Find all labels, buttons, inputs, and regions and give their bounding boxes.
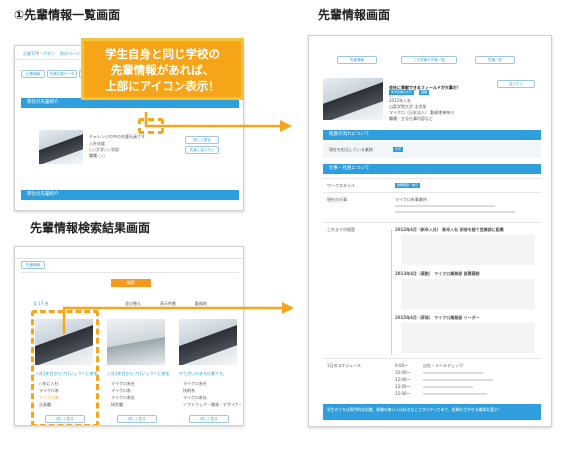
row-value: マイクロ系事業所 [395,197,427,202]
detail-screen-shot: 先輩情報 この先輩の先輩一覧 先輩一覧 先輩社員のタグ 職種 会社に貢献できるフ… [308,35,552,427]
detail-row: これまでの経歴 2012年4月（新卒入社） 新卒入社 研修を経て営業部に配属 2… [323,222,541,358]
callout-box: 学生自身と同じ学校の 先輩情報があれば、 上部にアイコン表示！ [81,38,244,100]
schedule-item: 出社・メールチェック [423,363,463,368]
text-placeholder [423,372,483,374]
search-card-field: ソフトウェア・開発・デザイナー [183,402,241,407]
detail-tab[interactable]: 先輩情報 [337,56,377,64]
text-placeholder [423,379,493,381]
detail-row: 1日のスケジュール 9:00〜 出社・メールチェック 10:00〜 12:00〜… [323,358,541,402]
row-label: これまでの経歴 [327,227,355,232]
search-screen-shot: 先輩情報 検索 全 17 名 並び替え 表示件数 勤務地 入社1年目からプロジェ… [14,246,244,426]
schedule-time: 12:00〜 [395,377,411,382]
row-label: ワークスタイル [327,183,355,188]
timeline-box [401,323,535,353]
search-card-field: マイクロ系社 [111,395,135,400]
tab-senpai-info[interactable]: 先輩情報 [21,261,45,269]
detail-tab[interactable]: 先輩一覧 [475,56,515,64]
callout-line-1: 学生自身と同じ学校の [105,47,220,61]
tab-company[interactable]: 企業情報 [21,70,45,78]
search-card-title[interactable]: やりがいのある仕事です。 [179,371,241,376]
text-placeholder [395,211,515,213]
search-top-bar [15,247,243,259]
search-card-field: マイクロ系 [111,388,131,393]
search-card-field: マイクロ系社 [111,381,135,386]
card-text: 職種 ○○ [89,153,106,158]
timeline-entry: 2013年4月（異動） マイクロ業務部 部署異動 [395,271,480,276]
detail-senpai-photo [323,78,383,120]
search-card-button[interactable]: 詳しく見る [117,415,157,423]
heading-list-screen: ①先輩情報一覧画面 [14,8,121,22]
search-card-field: マイクロ系社 [183,381,207,386]
current-work-label: 現在を担当している業務 [329,147,373,152]
search-card-field: マイクロ系社 [183,395,207,400]
divider [21,272,239,273]
schedule-time: 15:00〜 [395,391,411,396]
profile-line: マイクロ（日本法人） 勤務地神奈川 [389,110,455,115]
profile-tag: 職種 [419,90,430,95]
timeline-box [401,235,535,265]
current-work-row: 現在を担当している業務 タグ [323,142,541,158]
timeline-entry: 2012年4月（新卒入社） 新卒入社 研修を経て営業部に配属 [395,227,504,232]
section-work: 仕事・社員について [323,164,541,174]
row-label: 1日のスケジュール [327,363,362,368]
timeline-box [401,279,535,309]
card-text: ○○大学○○学部 [89,147,119,152]
meet-senpai-button[interactable]: 会いたい [497,80,535,88]
card-text: チャレンジの中の先輩社員です [89,134,145,139]
tab-senpai-data[interactable]: 先輩社員データ [47,70,77,78]
arrow-to-detail [144,112,292,132]
row-label: 現在の仕事 [327,197,347,202]
callout-line-2: 先輩情報があれば、 [110,63,215,77]
schedule-time: 10:00〜 [395,370,411,375]
heading-detail-screen: 先輩情報画面 [318,8,391,22]
search-card-button[interactable]: 詳しく見る [189,415,229,423]
profile-line: 山梨学院大学 法学部 [389,104,427,109]
detail-tab[interactable]: この先輩の先輩一覧 [401,56,457,64]
search-card-title[interactable]: 入社1年目からプロジェクトに参加できる やりがいのある仕事です。 [107,371,169,376]
search-card-field: 研究職 [111,402,123,407]
row-value: 勤務時間・休日 [395,183,421,188]
schedule-time: 9:00〜 [395,363,408,368]
profile-line: 山下 ○○ [389,92,406,97]
timeline-line [391,229,392,355]
search-card-field: 技術系 [183,388,195,393]
senpai-photo[interactable] [39,130,83,164]
heading-search-screen: 先輩情報検索結果画面 [30,221,151,235]
search-button[interactable]: 検索 [111,279,151,287]
detail-row: ワークスタイル 勤務時間・休日 [323,178,541,192]
profile-title: 会社に貢献できるフィールドが大事だ！ [389,85,461,90]
section-career: 経歴の流れについて [323,130,541,140]
text-placeholder [423,393,487,395]
torn-edge [15,204,243,210]
schedule-time: 13:00〜 [395,384,411,389]
text-placeholder [395,205,495,207]
profile-line: 2012年入社 [389,98,412,103]
footer-message: 学生のうちは専門的な知識、経験の無い人は好きなことからやってみて、経験を生かせる… [323,404,541,420]
result-count: 全 17 名 [33,301,49,306]
callout-line-3: 上部にアイコン表示！ [105,79,220,93]
profile-line: 職種・主な仕事内容など [389,116,433,121]
list-nav-item[interactable]: 企業TOP・ボタン [23,51,55,56]
card-meet-button[interactable]: 先輩に会いたい [185,146,219,154]
torn-edge [309,420,551,426]
current-work-tag: タグ [393,147,404,152]
card-text: 入社年度 [89,141,105,146]
timeline-entry: 2015年4月（昇格） マイクロ業務部 リーダー [395,315,480,320]
text-placeholder [423,386,473,388]
section-senpai-intro-2: 弊社の先輩紹介 [21,190,239,200]
detail-row: 現在の仕事 マイクロ系事業所 [323,192,541,222]
arrow-search-to-detail [62,302,294,334]
